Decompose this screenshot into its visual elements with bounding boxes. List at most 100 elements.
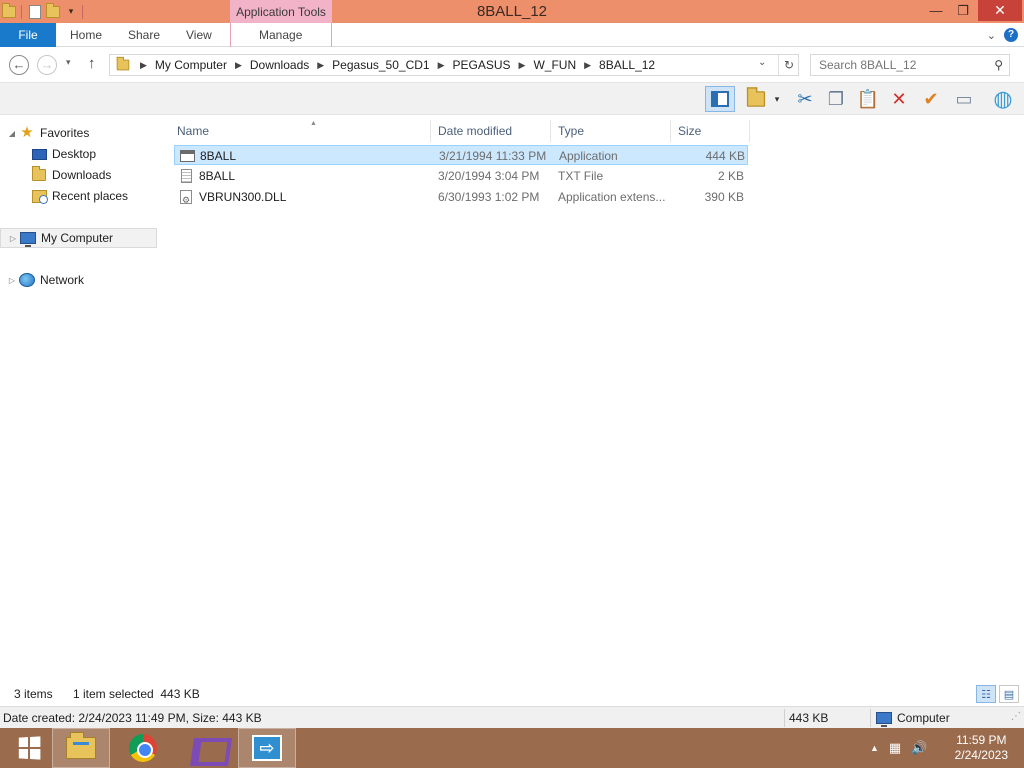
desktop-icon xyxy=(31,148,47,160)
customize-qat-icon[interactable]: ▾ xyxy=(63,4,79,20)
chevron-right-icon[interactable]: ▶ xyxy=(235,60,242,71)
chevron-right-icon[interactable]: ▶ xyxy=(317,60,324,71)
downloads-folder-icon xyxy=(32,166,46,181)
search-icon[interactable]: ⚲ xyxy=(994,58,1003,72)
file-size: 390 KB xyxy=(704,190,744,204)
sidebar-item-label: Desktop xyxy=(52,147,97,161)
file-row-vbrun300-dll[interactable]: VBRUN300.DLL 6/30/1993 1:02 PM Applicati… xyxy=(174,187,748,207)
address-dropdown-icon[interactable]: ⌄ xyxy=(758,57,766,68)
computer-icon xyxy=(876,712,892,727)
file-list: Name ▲ Date modified Type Size 8BALL 3/2… xyxy=(160,116,1024,683)
details-view-button[interactable]: ☷ xyxy=(976,685,996,703)
globe-icon[interactable]: ◍ xyxy=(990,86,1016,112)
tab-home[interactable]: Home xyxy=(70,23,102,47)
file-date: 3/21/1994 11:33 PM xyxy=(439,149,547,163)
tiles-view-button[interactable]: ▤ xyxy=(999,685,1019,703)
copy-icon[interactable]: ❐ xyxy=(823,86,849,112)
title-bar: ▾ Application Tools 8BALL_12 — ❐ ✕ xyxy=(0,0,1024,23)
show-hidden-icons-icon[interactable]: ▲ xyxy=(870,743,879,753)
folder-icon xyxy=(116,56,130,71)
breadcrumb-w-fun[interactable]: W_FUN xyxy=(533,58,576,72)
search-box: ⚲ xyxy=(810,54,1010,76)
breadcrumb-pegasus[interactable]: PEGASUS xyxy=(453,58,511,72)
folder-icon[interactable] xyxy=(2,2,18,20)
column-header-size[interactable]: Size xyxy=(674,120,750,142)
file-row-8ball-txt[interactable]: 8BALL 3/20/1994 3:04 PM TXT File 2 KB xyxy=(174,166,748,186)
details-size: 443 KB xyxy=(789,711,829,725)
sidebar-item-network[interactable]: ▷ Network xyxy=(0,270,157,290)
tab-file[interactable]: File xyxy=(0,23,56,47)
sidebar-item-favorites[interactable]: ◢ ★ Favorites xyxy=(0,123,157,143)
properties-icon[interactable] xyxy=(27,4,43,20)
application-tools-tab-group: Application Tools xyxy=(230,0,332,23)
refresh-button[interactable]: ↻ xyxy=(778,55,799,75)
clock-time: 11:59 PM xyxy=(956,733,1007,747)
preview-pane-button[interactable] xyxy=(705,86,735,112)
column-header-date-modified[interactable]: Date modified xyxy=(434,120,551,142)
tab-share[interactable]: Share xyxy=(128,23,160,47)
collapse-icon[interactable]: ◢ xyxy=(6,129,18,138)
sidebar-item-desktop[interactable]: Desktop xyxy=(0,144,157,164)
network-icon xyxy=(19,273,35,287)
chevron-right-icon[interactable]: ▶ xyxy=(140,60,147,71)
rename-icon[interactable]: ▭ xyxy=(951,86,977,112)
file-date: 6/30/1993 1:02 PM xyxy=(438,190,540,204)
chevron-right-icon[interactable]: ▶ xyxy=(438,60,445,71)
tab-view[interactable]: View xyxy=(186,23,212,47)
folder-options-button[interactable] xyxy=(743,86,769,112)
help-icon[interactable]: ? xyxy=(1004,28,1018,42)
file-row-8ball-application[interactable]: 8BALL 3/21/1994 11:33 PM Application 444… xyxy=(174,145,748,165)
minimize-button[interactable]: — xyxy=(922,0,950,21)
breadcrumb-pegasus-50-cd1[interactable]: Pegasus_50_CD1 xyxy=(332,58,429,72)
new-folder-icon[interactable] xyxy=(45,2,61,20)
file-size: 2 KB xyxy=(717,169,744,183)
file-name: 8BALL xyxy=(200,149,237,163)
breadcrumb-my-computer[interactable]: My Computer xyxy=(155,58,227,72)
dll-file-icon xyxy=(180,190,192,207)
close-button[interactable]: ✕ xyxy=(978,0,1022,21)
delete-icon[interactable]: ✕ xyxy=(886,86,912,112)
column-header-name[interactable]: Name ▲ xyxy=(173,120,431,142)
taskbar-visual-studio[interactable] xyxy=(176,728,234,768)
tab-manage[interactable]: Manage xyxy=(259,23,302,47)
taskbar-file-explorer[interactable] xyxy=(52,728,110,768)
up-button[interactable]: ↑ xyxy=(88,55,96,72)
resize-grip-icon[interactable]: ⋰ xyxy=(1011,711,1021,722)
sidebar-item-label: Downloads xyxy=(52,168,112,182)
folder-options-dropdown-icon[interactable]: ▾ xyxy=(770,86,784,112)
expand-icon[interactable]: ▷ xyxy=(6,276,18,285)
command-toolbar: ▾ ✂ ❐ 📋 ✕ ✔ ▭ ◍ xyxy=(0,82,1024,115)
forward-button[interactable]: → xyxy=(37,55,57,75)
chevron-right-icon[interactable]: ▶ xyxy=(519,60,526,71)
recent-locations-icon[interactable]: ▾ xyxy=(66,57,71,68)
taskbar-chrome[interactable] xyxy=(114,728,172,768)
network-status-icon[interactable]: ▦ xyxy=(889,740,901,756)
expand-ribbon-icon[interactable]: ⌄ xyxy=(987,29,996,42)
search-input[interactable] xyxy=(811,55,981,75)
sidebar-item-downloads[interactable]: Downloads xyxy=(0,165,157,185)
start-button[interactable] xyxy=(0,728,58,768)
clock[interactable]: 11:59 PM 2/24/2023 xyxy=(955,733,1008,763)
address-bar[interactable]: ▶ My Computer ▶ Downloads ▶ Pegasus_50_C… xyxy=(109,54,799,76)
sidebar-item-my-computer[interactable]: ▷ My Computer xyxy=(0,228,157,248)
taskbar-remote-desktop[interactable]: ⇨ xyxy=(238,728,296,768)
volume-icon[interactable]: 🔊 xyxy=(911,740,927,756)
back-button[interactable]: ← xyxy=(9,55,29,75)
expand-icon[interactable]: ▷ xyxy=(7,234,19,243)
sidebar-item-recent-places[interactable]: Recent places xyxy=(0,186,157,206)
status-selection: 1 item selected 443 KB xyxy=(73,687,200,701)
chevron-right-icon[interactable]: ▶ xyxy=(584,60,591,71)
computer-icon xyxy=(20,232,36,247)
status-bar: 3 items 1 item selected 443 KB ☷ ▤ xyxy=(0,683,1024,705)
file-type: Application extens... xyxy=(558,190,666,204)
paste-icon[interactable]: 📋 xyxy=(855,86,881,112)
column-header-type[interactable]: Type xyxy=(554,120,671,142)
details-info: Date created: 2/24/2023 11:49 PM, Size: … xyxy=(3,711,262,725)
breadcrumb-downloads[interactable]: Downloads xyxy=(250,58,309,72)
address-row: ← → ▾ ↑ ▶ My Computer ▶ Downloads ▶ Pega… xyxy=(0,48,1024,82)
check-icon[interactable]: ✔ xyxy=(918,86,944,112)
breadcrumb-8ball-12[interactable]: 8BALL_12 xyxy=(599,58,655,72)
maximize-button[interactable]: ❐ xyxy=(950,0,976,21)
sort-ascending-icon: ▲ xyxy=(310,120,317,127)
cut-icon[interactable]: ✂ xyxy=(792,86,818,112)
